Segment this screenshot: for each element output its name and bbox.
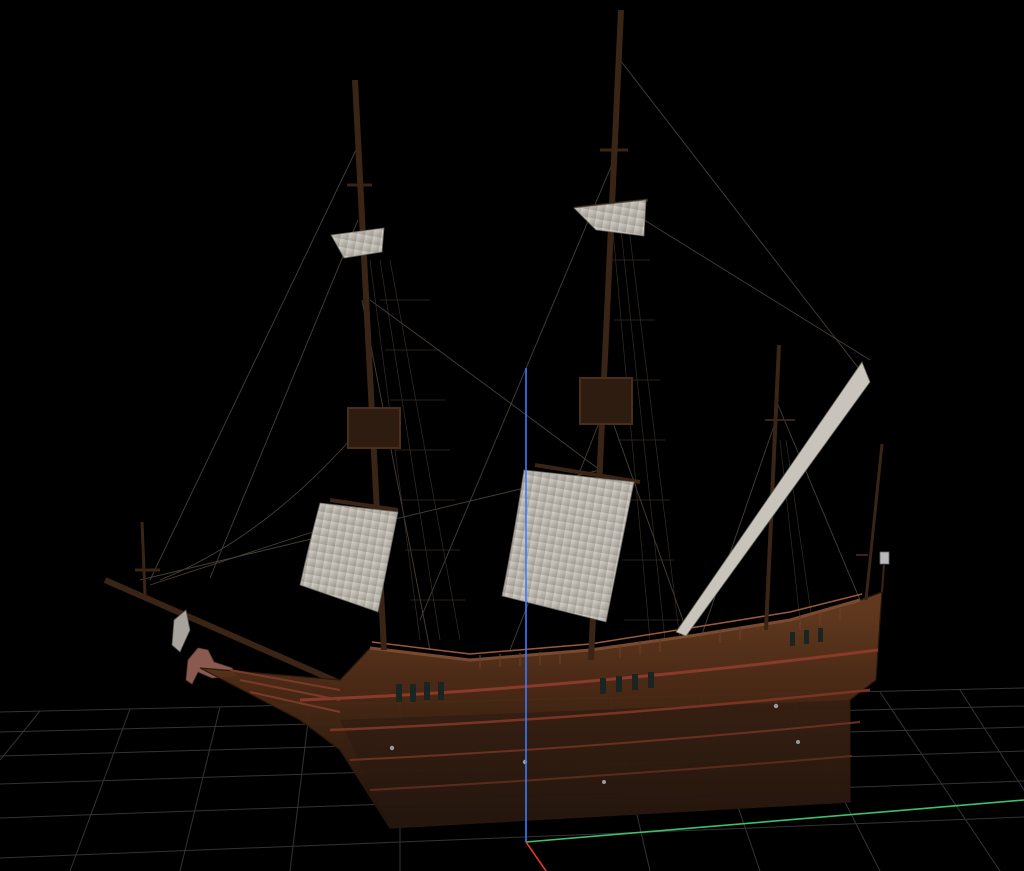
3d-viewport[interactable] (0, 0, 1024, 871)
fore-topsail (330, 227, 385, 259)
lateen-sail (675, 361, 871, 637)
bowsprit (103, 521, 342, 686)
scene-canvas[interactable] (0, 0, 1024, 871)
main-course (501, 469, 635, 623)
ship-model[interactable] (103, 9, 890, 829)
rigging (139, 59, 871, 651)
main-topsail (573, 199, 647, 237)
